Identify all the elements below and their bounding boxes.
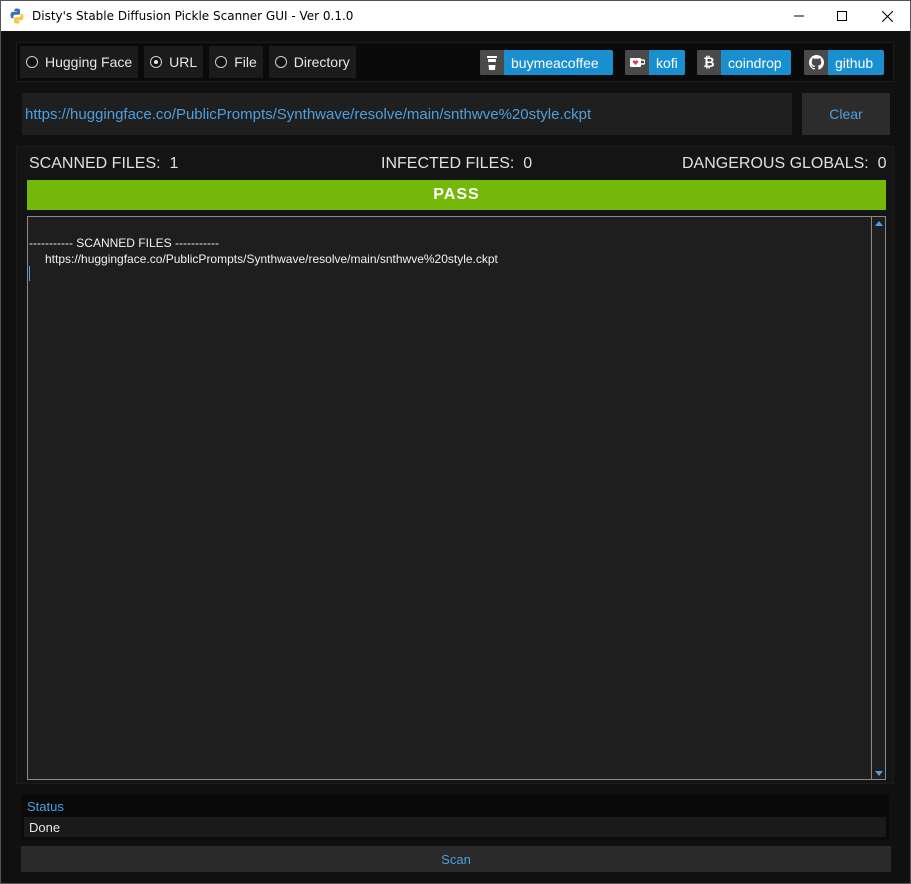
radio-label: Directory (293, 54, 350, 70)
app-window: Disty's Stable Diffusion Pickle Scanner … (0, 0, 911, 884)
close-button[interactable] (864, 1, 910, 31)
close-icon (881, 10, 893, 22)
github-link[interactable]: github (804, 50, 884, 75)
kofi-cup-icon (625, 50, 649, 75)
scroll-up-arrow-icon[interactable] (874, 218, 884, 228)
results-panel: SCANNED FILES: 1 INFECTED FILES: 0 DANGE… (16, 146, 894, 784)
minimize-button[interactable] (776, 1, 822, 31)
infected-files-label: INFECTED FILES: (381, 155, 515, 172)
scanned-files-label: SCANNED FILES: (29, 155, 161, 172)
dangerous-globals-value: 0 (877, 155, 887, 172)
coindrop-label: coindrop (728, 54, 782, 71)
clear-button[interactable]: Clear (802, 93, 890, 135)
coindrop-link[interactable]: ₿ coindrop (697, 50, 791, 75)
buymeacoffee-link[interactable]: buymeacoffee (480, 50, 613, 75)
infected-files-stat: INFECTED FILES: 0 (381, 155, 532, 173)
scroll-down-arrow-icon[interactable] (874, 768, 884, 778)
python-logo-icon (9, 8, 25, 24)
url-input[interactable]: https://huggingface.co/PublicPrompts/Syn… (22, 93, 792, 135)
window-title: Disty's Stable Diffusion Pickle Scanner … (32, 9, 354, 23)
kofi-label: kofi (656, 54, 678, 71)
log-scrollbar[interactable] (871, 217, 885, 779)
text-caret (29, 266, 30, 281)
bitcoin-icon: ₿ (697, 50, 721, 75)
scanned-files-stat: SCANNED FILES: 1 (29, 155, 178, 173)
dangerous-globals-stat: DANGEROUS GLOBALS: 0 (682, 155, 887, 173)
coffee-cup-icon (480, 50, 504, 75)
result-banner: PASS (27, 180, 886, 210)
maximize-button[interactable] (819, 1, 865, 31)
status-label: Status (27, 799, 64, 814)
log-entry: https://huggingface.co/PublicPrompts/Syn… (45, 252, 498, 266)
kofi-link[interactable]: kofi (625, 50, 685, 75)
dangerous-globals-label: DANGEROUS GLOBALS: (682, 155, 869, 172)
source-radio-group: Hugging Face URL File Directory (20, 46, 362, 78)
maximize-icon (837, 11, 847, 21)
radio-directory[interactable]: Directory (268, 46, 356, 78)
radio-url[interactable]: URL (144, 46, 204, 78)
links-panel: buymeacoffee kofi ₿ coindrop github (353, 45, 893, 79)
infected-files-value: 0 (523, 155, 533, 172)
buymeacoffee-label: buymeacoffee (511, 54, 599, 71)
github-label: github (835, 54, 874, 71)
log-content: ----------- SCANNED FILES ----------- htt… (29, 235, 498, 267)
title-bar: Disty's Stable Diffusion Pickle Scanner … (1, 1, 910, 31)
radio-label: File (234, 54, 257, 70)
scan-button[interactable]: Scan (21, 846, 891, 872)
radio-label: Hugging Face (45, 54, 133, 70)
log-header: ----------- SCANNED FILES ----------- (29, 236, 219, 250)
status-panel: Status Done (21, 794, 889, 840)
radio-indicator (26, 56, 38, 68)
radio-hugging-face[interactable]: Hugging Face (20, 46, 139, 78)
minimize-icon (794, 15, 804, 17)
radio-indicator (215, 56, 228, 68)
source-selector-panel: Hugging Face URL File Directory buymeaco… (16, 42, 894, 82)
scanned-files-value: 1 (169, 155, 179, 172)
status-value: Done (24, 817, 886, 837)
radio-file[interactable]: File (209, 46, 263, 78)
radio-indicator (274, 56, 287, 68)
radio-indicator-checked (150, 56, 163, 68)
log-textarea[interactable]: ----------- SCANNED FILES ----------- htt… (27, 216, 886, 780)
radio-label: URL (169, 54, 198, 70)
github-icon (804, 50, 828, 75)
